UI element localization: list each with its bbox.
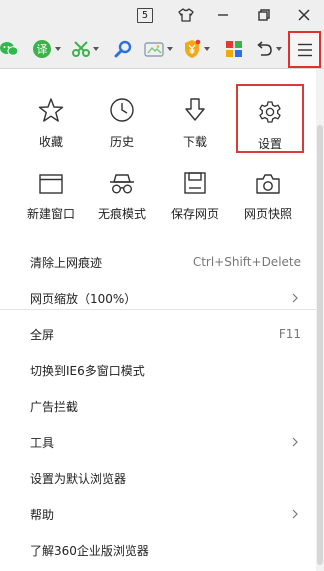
- menu-scrollbar-thumb[interactable]: [317, 125, 323, 565]
- wallet-button[interactable]: [183, 38, 210, 60]
- download-arrow-icon: [185, 98, 205, 121]
- incognito-icon: [110, 174, 134, 194]
- snapshot-label: 网页快照: [243, 207, 292, 221]
- gear-icon: [259, 101, 281, 123]
- title-bar: 5: [0, 0, 324, 30]
- settings-label: 设置: [257, 137, 282, 151]
- star-icon: [38, 98, 64, 122]
- menu-item-ie6-mode[interactable]: 切换到IE6多窗口模式: [0, 352, 316, 388]
- minimize-icon: [218, 14, 228, 16]
- tab-count: 5: [137, 7, 153, 23]
- skin-shirt-button[interactable]: [171, 0, 201, 30]
- snapshot-tile[interactable]: 网页快照: [236, 167, 300, 222]
- settings-tile[interactable]: 设置: [236, 84, 304, 153]
- wechat-button[interactable]: [0, 38, 18, 60]
- main-menu-button[interactable]: [288, 31, 321, 68]
- save-page-label: 保存网页: [170, 207, 219, 221]
- downloads-tile[interactable]: 下载: [163, 95, 227, 150]
- menu-item-label: 切换到IE6多窗口模式: [30, 363, 145, 378]
- translate-icon: 译: [33, 40, 51, 58]
- undo-dropdown-caret[interactable]: [276, 47, 282, 51]
- history-tile[interactable]: 历史: [90, 95, 154, 150]
- game-dropdown-caret[interactable]: [167, 47, 173, 51]
- history-label: 历史: [109, 135, 134, 149]
- incognito-tile[interactable]: 无痕模式: [90, 167, 154, 222]
- downloads-label: 下载: [182, 135, 207, 149]
- minimize-button[interactable]: [208, 0, 238, 30]
- wallet-dropdown-caret[interactable]: [204, 47, 210, 51]
- search-button[interactable]: [114, 38, 132, 60]
- close-button[interactable]: [289, 0, 319, 30]
- menu-item-label: 工具: [30, 435, 55, 450]
- menu-item-clear-history[interactable]: 清除上网痕迹 Ctrl+Shift+Delete: [0, 244, 316, 280]
- menu-item-shortcut: Ctrl+Shift+Delete: [192, 255, 301, 269]
- incognito-label: 无痕模式: [97, 207, 146, 221]
- menu-item-fullscreen[interactable]: 全屏 F11: [0, 316, 316, 352]
- menu-item-label: 帮助: [30, 507, 55, 522]
- favorites-tile[interactable]: 收藏: [19, 95, 83, 150]
- apps-button[interactable]: [225, 38, 243, 60]
- menu-item-label: 网页缩放（100%）: [30, 291, 137, 306]
- svg-text:译: 译: [37, 43, 48, 56]
- new-window-icon: [39, 174, 63, 194]
- tab-count-button[interactable]: 5: [130, 0, 160, 30]
- undo-button[interactable]: [255, 38, 282, 60]
- gamepad-icon: [144, 42, 164, 57]
- close-icon: [298, 9, 310, 21]
- menu-item-label: 清除上网痕迹: [30, 255, 103, 270]
- save-page-icon: [184, 172, 206, 194]
- apps-grid-icon: [226, 41, 242, 57]
- wechat-icon: [0, 42, 18, 56]
- shirt-icon: [178, 8, 194, 22]
- translate-dropdown-caret[interactable]: [55, 47, 61, 51]
- extensions-toolbar: 译: [0, 30, 324, 69]
- save-page-tile[interactable]: 保存网页: [163, 167, 227, 222]
- chevron-right-icon: [292, 293, 298, 303]
- new-window-label: 新建窗口: [26, 207, 75, 221]
- new-window-tile[interactable]: 新建窗口: [19, 167, 83, 222]
- menu-item-zoom[interactable]: 网页缩放（100%）: [0, 280, 316, 316]
- menu-item-label: 了解360企业版浏览器: [30, 543, 149, 558]
- menu-item-set-default[interactable]: 设置为默认浏览器: [0, 460, 316, 496]
- yen-shield-icon: [185, 39, 201, 58]
- main-menu-panel: 收藏 历史 下载 设置 新建窗口 无痕模式 保存网页 网页快照 清除上网痕迹 C…: [0, 69, 316, 571]
- menu-icon: [297, 43, 312, 56]
- search-icon: [114, 40, 132, 58]
- chevron-right-icon: [292, 509, 298, 519]
- menu-item-label: 全屏: [30, 327, 55, 342]
- scissors-icon: [72, 41, 90, 57]
- game-button[interactable]: [144, 38, 173, 60]
- menu-item-shortcut: F11: [278, 327, 301, 341]
- restore-icon: [258, 9, 270, 21]
- translate-button[interactable]: 译: [32, 38, 61, 60]
- camera-icon: [256, 174, 280, 194]
- menu-item-label: 设置为默认浏览器: [30, 471, 127, 486]
- clock-icon: [110, 98, 134, 122]
- menu-item-tools[interactable]: 工具: [0, 424, 316, 460]
- favorites-label: 收藏: [38, 135, 63, 149]
- restore-button[interactable]: [249, 0, 279, 30]
- undo-icon: [257, 41, 272, 56]
- menu-item-enterprise[interactable]: 了解360企业版浏览器: [0, 532, 316, 568]
- screenshot-dropdown-caret[interactable]: [93, 47, 99, 51]
- menu-item-help[interactable]: 帮助: [0, 496, 316, 532]
- chevron-right-icon: [292, 437, 298, 447]
- menu-item-ad-block[interactable]: 广告拦截: [0, 388, 316, 424]
- menu-item-label: 广告拦截: [30, 399, 79, 414]
- screenshot-button[interactable]: [72, 38, 99, 60]
